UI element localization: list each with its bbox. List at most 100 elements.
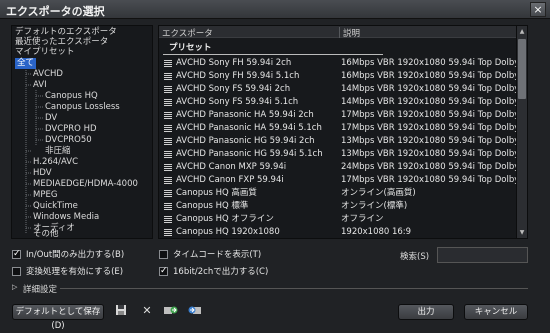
checkbox-box[interactable] — [12, 267, 21, 276]
exporter-list[interactable]: エクスポータ 説明 プリセット AVCHD Sony FH 59.94i 2ch… — [158, 25, 528, 239]
list-item-description: オンライン(標準) — [341, 201, 408, 211]
list-item-name: AVCHD Sony FS 59.94i 5.1ch — [176, 97, 299, 107]
list-item-name: AVCHD Canon FXP 59.94i — [176, 175, 284, 185]
tree-item-mediaedge-hdma[interactable]: MEDIAEDGE/HDMA-4000 — [33, 179, 138, 190]
close-button[interactable]: × — [530, 2, 546, 17]
tree-item-avi[interactable]: AVI — [33, 80, 47, 91]
list-item[interactable]: AVCHD Canon FXP 59.94i 17Mbps VBR 1920x10… — [159, 174, 517, 187]
list-item[interactable]: AVCHD Panasonic HA 59.94i 2ch 17Mbps VBR … — [159, 109, 517, 122]
expand-triangle-icon[interactable]: ▷ — [12, 283, 17, 291]
tree-item-my-presets[interactable]: マイプリセット — [15, 47, 75, 58]
checkbox-box[interactable] — [12, 248, 21, 260]
preset-icon — [164, 216, 172, 224]
list-item-name: AVCHD Panasonic HG 59.94i 5.1ch — [176, 149, 323, 159]
scrollbar-thumb[interactable] — [518, 39, 526, 99]
tree-item-uncompressed[interactable]: 非圧縮 — [45, 146, 71, 157]
tree-item-canopus-hq[interactable]: Canopus HQ — [45, 91, 98, 102]
list-item[interactable]: AVCHD Sony FH 59.94i 5.1ch 16Mbps VBR 192… — [159, 70, 517, 83]
preset-icon — [164, 73, 172, 81]
list-item-name: AVCHD Sony FH 59.94i 2ch — [176, 58, 292, 68]
tree-item-canopus-lossless[interactable]: Canopus Lossless — [45, 102, 120, 113]
cancel-button[interactable]: キャンセル — [464, 304, 528, 320]
exporter-category-tree[interactable]: デフォルトのエクスポータ 最近使ったエクスポータ マイプリセット 全て AVCH… — [11, 25, 153, 239]
list-item-name: AVCHD Panasonic HA 59.94i 2ch — [176, 110, 314, 120]
detail-settings-label: 詳細設定 — [23, 285, 58, 295]
list-item[interactable]: AVCHD Panasonic HG 59.94i 5.1ch 13Mbps VB… — [159, 148, 517, 161]
list-scrollbar[interactable]: ▲ ▼ — [516, 26, 527, 238]
preset-group-header: プリセット — [169, 43, 212, 53]
list-item-name: Canopus HQ 高画質 — [176, 188, 257, 198]
checkbox-box[interactable] — [159, 250, 168, 259]
delete-icon[interactable]: ✕ — [140, 304, 154, 318]
preset-icon — [164, 190, 172, 198]
tree-item-mpeg[interactable]: MPEG — [33, 190, 57, 201]
list-item[interactable]: AVCHD Panasonic HG 59.94i 2ch 13Mbps VBR … — [159, 135, 517, 148]
tree-item-other[interactable]: その他 — [33, 229, 59, 238]
list-item[interactable]: Canopus HQ 1920x1080 1920x1080 16:9 — [159, 226, 517, 238]
list-item-description: 17Mbps VBR 1920x1080 59.94i Top Dolby ..… — [341, 110, 517, 120]
checkbox-label: In/Out間のみ出力する(B) — [26, 250, 125, 260]
list-item[interactable]: AVCHD Canon MXP 59.94i 24Mbps VBR 1920x10… — [159, 161, 517, 174]
save-icon[interactable] — [114, 304, 128, 318]
output-button[interactable]: 出力 — [398, 304, 454, 320]
list-header: エクスポータ 説明 — [159, 26, 517, 39]
checkbox-label: 変換処理を有効にする(E) — [26, 267, 124, 277]
preset-icon — [164, 112, 172, 120]
list-item-name: Canopus HQ オフライン — [176, 214, 274, 224]
tree-item-avchd[interactable]: AVCHD — [33, 69, 63, 80]
list-item[interactable]: AVCHD Sony FH 59.94i 2ch 16Mbps VBR 1920x… — [159, 57, 517, 70]
list-item[interactable]: AVCHD Sony FS 59.94i 5.1ch 14Mbps VBR 192… — [159, 96, 517, 109]
list-item-name: Canopus HQ 標準 — [176, 201, 249, 211]
tree-item-dvcpro50[interactable]: DVCPRO50 — [45, 135, 92, 146]
list-item[interactable]: Canopus HQ 標準 オンライン(標準) — [159, 200, 517, 213]
list-item-description: オフライン — [341, 214, 384, 224]
preset-icon — [164, 86, 172, 94]
list-item-description: 24Mbps VBR 1920x1080 59.94i Top Dolby ..… — [341, 162, 517, 172]
tree-item-h264-avc[interactable]: H.264/AVC — [33, 157, 78, 168]
list-item[interactable]: AVCHD Panasonic HA 59.94i 5.1ch 17Mbps VB… — [159, 122, 517, 135]
search-label: 検索(S) — [400, 252, 430, 262]
tree-item-dv[interactable]: DV — [45, 113, 57, 124]
checkbox-box[interactable] — [159, 265, 168, 277]
list-item[interactable]: Canopus HQ オフライン オフライン — [159, 213, 517, 226]
tree-item-dvcpro-hd[interactable]: DVCPRO HD — [45, 124, 97, 135]
preset-icon — [164, 164, 172, 172]
preset-icon — [164, 229, 172, 237]
tree-item-quicktime[interactable]: QuickTime — [33, 201, 78, 212]
column-description[interactable]: 説明 — [339, 27, 360, 39]
scroll-down-arrow-icon[interactable]: ▼ — [517, 227, 527, 238]
import-preset-icon[interactable] — [164, 304, 178, 318]
checkbox-label: タイムコードを表示(T) — [173, 250, 262, 260]
preset-icon — [164, 203, 172, 211]
list-item-description: 16Mbps VBR 1920x1080 59.94i Top Dolby ..… — [341, 71, 517, 81]
list-item-name: AVCHD Panasonic HG 59.94i 2ch — [176, 136, 315, 146]
list-item-description: 1920x1080 16:9 — [341, 227, 412, 237]
list-item-name: AVCHD Canon MXP 59.94i — [176, 162, 287, 172]
preset-icon — [164, 138, 172, 146]
search-input[interactable] — [437, 247, 528, 263]
list-item-description: 13Mbps VBR 1920x1080 59.94i Top Dolby ..… — [341, 149, 517, 159]
preset-divider — [163, 54, 383, 55]
preset-icon — [164, 177, 172, 185]
list-item-name: AVCHD Sony FH 59.94i 5.1ch — [176, 71, 300, 81]
scroll-up-arrow-icon[interactable]: ▲ — [517, 26, 527, 37]
tree-item-hdv[interactable]: HDV — [33, 168, 52, 179]
list-item-name: AVCHD Sony FS 59.94i 2ch — [176, 84, 291, 94]
list-item-description: 17Mbps VBR 1920x1080 59.94i Top Dolby ..… — [341, 175, 517, 185]
preset-icon — [164, 60, 172, 68]
tree-item-all[interactable]: 全て — [15, 58, 37, 69]
list-item[interactable]: Canopus HQ 高画質 オンライン(高画質) — [159, 187, 517, 200]
save-as-default-button[interactable]: デフォルトとして保存(D) — [12, 304, 104, 331]
list-item-description: 14Mbps VBR 1920x1080 59.94i Top Dolby ..… — [341, 84, 517, 94]
list-item-description: オンライン(高画質) — [341, 188, 416, 198]
checkbox-label: 16bit/2chで出力する(C) — [173, 267, 269, 277]
list-item[interactable]: AVCHD Sony FS 59.94i 2ch 14Mbps VBR 1920x… — [159, 83, 517, 96]
preset-icon — [164, 99, 172, 107]
title-bar: エクスポータの選択 × — [0, 0, 550, 19]
list-item-description: 16Mbps VBR 1920x1080 59.94i Top Dolby ..… — [341, 58, 517, 68]
preset-icon — [164, 125, 172, 133]
export-preset-icon[interactable] — [188, 304, 202, 318]
list-item-description: 14Mbps VBR 1920x1080 59.94i Top Dolby ..… — [341, 97, 517, 107]
column-exporter[interactable]: エクスポータ — [162, 27, 213, 39]
tree-item-windows-media[interactable]: Windows Media — [33, 212, 99, 223]
